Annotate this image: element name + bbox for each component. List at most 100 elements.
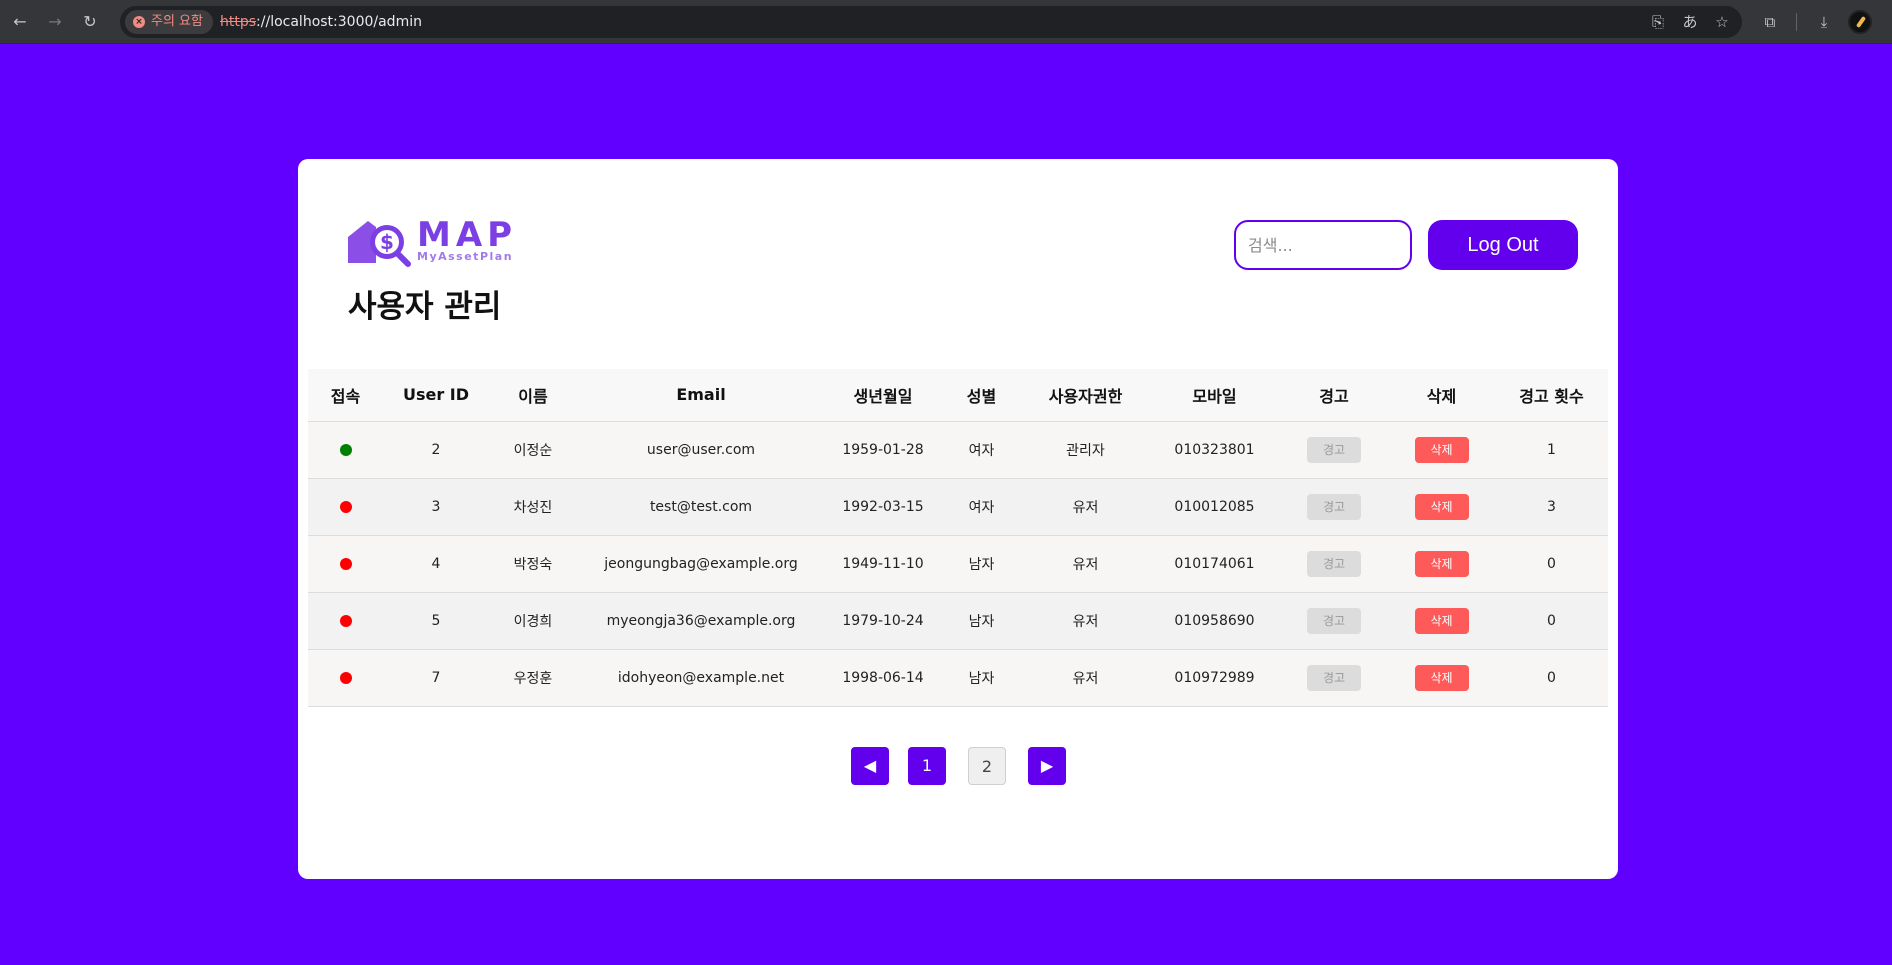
- column-header: Email: [577, 369, 825, 422]
- table-row: 3 차성진 test@test.com 1992-03-15 여자 유저 010012085…: [308, 478, 1608, 536]
- logo-text: MAP: [417, 215, 518, 255]
- profile-avatar-icon[interactable]: [1848, 10, 1872, 34]
- browser-toolbar: ← → ↻ × 주의 요함 https://localhost:3000/adm…: [0, 0, 1892, 44]
- url-path: ://localhost:3000/admin: [256, 14, 422, 30]
- role-cell: 유저: [1022, 592, 1149, 650]
- warn-button[interactable]: 경고: [1307, 664, 1361, 691]
- warn-button[interactable]: 경고: [1307, 493, 1361, 520]
- mobile-cell: 010012085: [1149, 478, 1280, 536]
- column-header: User ID: [383, 369, 489, 422]
- mobile-cell: 010323801: [1149, 421, 1280, 479]
- gender-cell: 남자: [941, 592, 1022, 650]
- offline-status-icon: [339, 557, 352, 570]
- user-id-cell: 2: [383, 421, 489, 479]
- delete-cell: 삭제: [1388, 649, 1495, 707]
- birthdate-cell: 1998-06-14: [825, 649, 941, 707]
- delete-cell: 삭제: [1388, 535, 1495, 593]
- name-cell: 박정숙: [489, 535, 577, 593]
- svg-text:$: $: [380, 230, 394, 254]
- column-header: 접속: [308, 369, 383, 422]
- status-cell: [308, 478, 383, 536]
- warn-button[interactable]: 경고: [1307, 607, 1361, 634]
- security-warning-text: 주의 요함: [151, 14, 203, 29]
- user-id-cell: 4: [383, 535, 489, 593]
- delete-button[interactable]: 삭제: [1414, 607, 1469, 634]
- column-header: 생년월일: [825, 369, 941, 422]
- prev-page-button[interactable]: ◀: [851, 747, 889, 785]
- warn-cell: 경고: [1280, 535, 1388, 593]
- column-header: 경고 횟수: [1495, 369, 1608, 422]
- toolbar-divider: [1796, 13, 1797, 31]
- email-cell: user@user.com: [577, 421, 825, 479]
- role-cell: 관리자: [1022, 421, 1149, 479]
- page-1-button[interactable]: 1: [908, 747, 946, 785]
- user-id-cell: 3: [383, 478, 489, 536]
- page-2-button[interactable]: 2: [968, 747, 1006, 785]
- table-row: 2 이정순 user@user.com 1959-01-28 여자 관리자 01032380…: [308, 421, 1608, 479]
- reload-icon[interactable]: ↻: [78, 10, 102, 34]
- user-id-cell: 5: [383, 592, 489, 650]
- table-row: 5 이경희 myeongja36@example.org 1979-10-24 남자 유저…: [308, 592, 1608, 650]
- warn-count-cell: 0: [1495, 535, 1608, 593]
- delete-cell: 삭제: [1388, 478, 1495, 536]
- warn-button[interactable]: 경고: [1307, 550, 1361, 577]
- table-row: 4 박정숙 jeongungbag@example.org 1949-11-10 남자 유…: [308, 535, 1608, 593]
- warn-cell: 경고: [1280, 478, 1388, 536]
- name-cell: 우정훈: [489, 649, 577, 707]
- delete-button[interactable]: 삭제: [1414, 493, 1469, 520]
- birthdate-cell: 1979-10-24: [825, 592, 941, 650]
- birthdate-cell: 1992-03-15: [825, 478, 941, 536]
- email-cell: jeongungbag@example.org: [577, 535, 825, 593]
- online-status-icon: [339, 443, 352, 456]
- page-title: 사용자 관리: [348, 289, 502, 325]
- status-cell: [308, 649, 383, 707]
- email-cell: idohyeon@example.net: [577, 649, 825, 707]
- email-cell: myeongja36@example.org: [577, 592, 825, 650]
- delete-button[interactable]: 삭제: [1414, 664, 1469, 691]
- offline-status-icon: [339, 614, 352, 627]
- birthdate-cell: 1959-01-28: [825, 421, 941, 479]
- users-table: 접속 User ID 이름 Email 생년월일 성별 사용자권한 모바일 경고…: [308, 369, 1608, 707]
- logo: $ MAP MyAssetPlan: [346, 215, 526, 267]
- security-warning-chip[interactable]: × 주의 요함: [125, 10, 213, 34]
- delete-cell: 삭제: [1388, 592, 1495, 650]
- gender-cell: 남자: [941, 649, 1022, 707]
- back-icon[interactable]: ←: [8, 10, 32, 34]
- column-header: 사용자권한: [1022, 369, 1149, 422]
- translate-icon[interactable]: あ: [1678, 10, 1702, 34]
- warn-button[interactable]: 경고: [1307, 436, 1361, 463]
- table-header-row: 접속 User ID 이름 Email 생년월일 성별 사용자권한 모바일 경고…: [308, 369, 1608, 422]
- delete-button[interactable]: 삭제: [1414, 550, 1469, 577]
- role-cell: 유저: [1022, 478, 1149, 536]
- column-header: 삭제: [1388, 369, 1495, 422]
- warn-cell: 경고: [1280, 421, 1388, 479]
- url-scheme: https: [220, 14, 257, 30]
- offline-status-icon: [339, 500, 352, 513]
- logout-button[interactable]: Log Out: [1428, 220, 1578, 270]
- name-cell: 차성진: [489, 478, 577, 536]
- logo-subtext: MyAssetPlan: [417, 250, 514, 263]
- delete-button[interactable]: 삭제: [1414, 436, 1469, 463]
- house-dollar-icon: $: [348, 221, 411, 267]
- search-input[interactable]: [1234, 220, 1412, 270]
- bookmark-star-icon[interactable]: ☆: [1710, 10, 1734, 34]
- user-id-cell: 7: [383, 649, 489, 707]
- url-text[interactable]: https://localhost:3000/admin: [220, 6, 422, 38]
- status-cell: [308, 421, 383, 479]
- name-cell: 이정순: [489, 421, 577, 479]
- column-header: 경고: [1280, 369, 1388, 422]
- address-bar[interactable]: × 주의 요함 https://localhost:3000/admin ⎘ あ…: [120, 6, 1742, 38]
- warn-count-cell: 3: [1495, 478, 1608, 536]
- delete-cell: 삭제: [1388, 421, 1495, 479]
- warn-count-cell: 1: [1495, 421, 1608, 479]
- gender-cell: 남자: [941, 535, 1022, 593]
- extensions-icon[interactable]: ⧉: [1758, 10, 1782, 34]
- name-cell: 이경희: [489, 592, 577, 650]
- forward-icon[interactable]: →: [43, 10, 67, 34]
- mobile-cell: 010958690: [1149, 592, 1280, 650]
- next-page-button[interactable]: ▶: [1028, 747, 1066, 785]
- birthdate-cell: 1949-11-10: [825, 535, 941, 593]
- install-app-icon[interactable]: ⎘: [1646, 10, 1670, 34]
- download-icon[interactable]: ⤓: [1812, 10, 1836, 34]
- warn-cell: 경고: [1280, 592, 1388, 650]
